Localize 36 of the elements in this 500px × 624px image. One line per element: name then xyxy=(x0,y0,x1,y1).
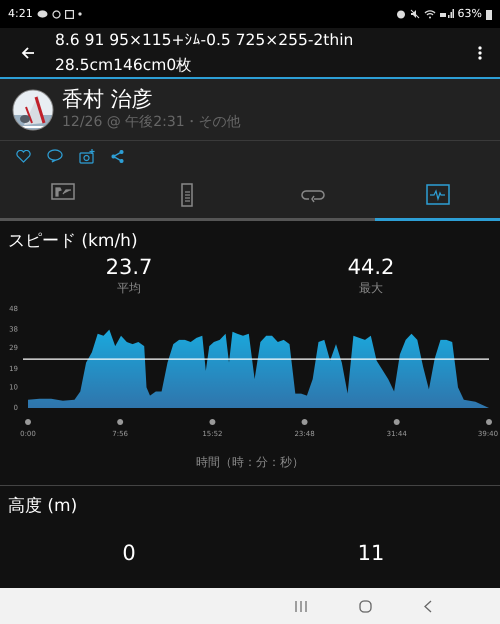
tick-dot xyxy=(302,418,308,424)
charts-icon xyxy=(426,182,450,206)
stat-label: 平均 xyxy=(117,280,141,296)
battery-percent: 63% xyxy=(458,6,482,22)
back-icon xyxy=(20,46,34,60)
tick-dot xyxy=(25,418,31,424)
section-title: 高度 (m) xyxy=(8,494,78,518)
tick-dot xyxy=(209,418,216,424)
mute-icon xyxy=(410,9,420,19)
axis-title: 時間（時：分：秒） xyxy=(195,454,305,470)
recent-apps-icon[interactable] xyxy=(295,600,307,612)
home-icon[interactable] xyxy=(359,600,372,612)
more-icon xyxy=(478,46,482,60)
share-icon[interactable] xyxy=(111,150,124,162)
stat-value: 44.2 xyxy=(348,254,394,278)
title-line: 28.5cm146cm0枚 xyxy=(55,54,194,76)
back-nav-icon[interactable] xyxy=(424,600,432,612)
add-photo-icon[interactable] xyxy=(79,148,95,164)
section-title: スピード (km/h) xyxy=(8,230,139,253)
tick-dot xyxy=(117,418,124,424)
battery-icon xyxy=(486,8,492,20)
stat-value: 23.7 xyxy=(106,254,152,278)
tick-dot xyxy=(394,418,400,424)
title-line: 8.6 91 95×115+ｼﾑ-0.5 725×255-2thin xyxy=(55,30,354,50)
clock-time: 4:21 xyxy=(8,6,33,22)
athlete-name: 香村 治彦 xyxy=(62,86,154,112)
stat-value: 11 xyxy=(358,541,384,565)
activity-date: 12/26 @ 午後2:31・その他 xyxy=(62,113,241,132)
like-icon[interactable] xyxy=(16,150,31,162)
stat-label: 最大 xyxy=(359,280,383,296)
wifi-icon xyxy=(424,9,436,19)
dot-icon xyxy=(78,12,82,16)
signal-icon xyxy=(440,9,454,19)
tick-dot xyxy=(486,418,492,424)
stat-value: 0 xyxy=(122,541,136,565)
comment-icon[interactable] xyxy=(47,149,63,163)
